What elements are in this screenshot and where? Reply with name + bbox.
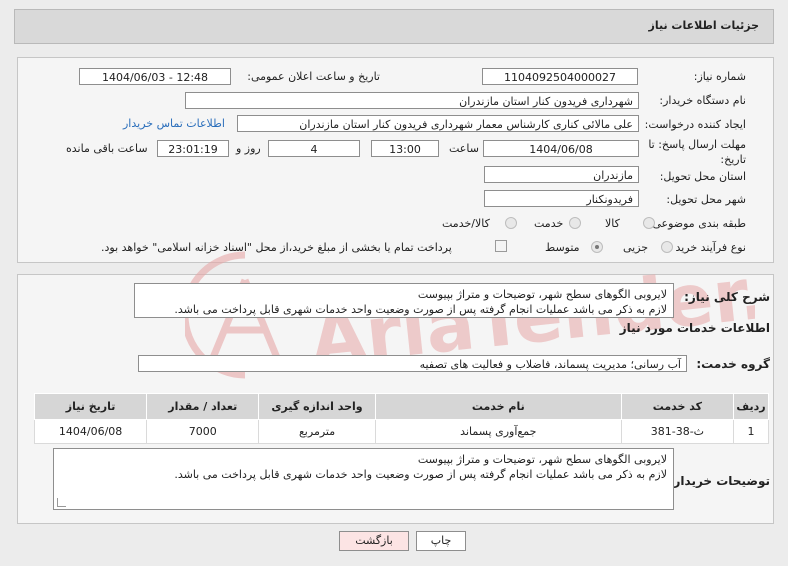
col-row: ردیف (732, 393, 770, 420)
col-need-date: تاریخ نیاز (33, 393, 148, 420)
category-radio-goods[interactable] (643, 217, 655, 229)
buyer-notes-label: توضیحات خریدار: (668, 474, 770, 488)
table-row: 1 ث-38-381 جمع‌آوری پسماند مترمربع 7000 … (33, 419, 770, 444)
province-field: مازندران (484, 166, 639, 183)
city-field: فریدونکنار (484, 190, 639, 207)
announce-label: تاریخ و ساعت اعلان عمومی: (247, 70, 380, 83)
buyer-org-field: شهرداری فریدون کنار استان مازندران (185, 92, 639, 109)
back-button[interactable]: بازگشت (339, 531, 409, 551)
table-header-row: ردیف کد خدمت نام خدمت واحد اندازه گیری ت… (33, 393, 770, 420)
category-label: طبقه بندی موضوعی: (648, 217, 746, 230)
creator-field: علی مالائی کناری کارشناس معمار شهرداری ف… (237, 115, 639, 132)
remaining-label: ساعت باقی مانده (66, 142, 148, 155)
province-label: استان محل تحویل: (659, 170, 746, 183)
days-field: 4 (268, 140, 360, 157)
city-label: شهر محل تحویل: (666, 193, 746, 206)
deadline-time-label: ساعت (449, 142, 479, 155)
deadline-time-field: 13:00 (371, 140, 439, 157)
summary-label: شرح کلی نیاز: (684, 290, 770, 304)
cell-row: 1 (732, 419, 770, 444)
cell-service-name: جمع‌آوری پسماند (374, 419, 622, 444)
process-option-medium: متوسط (545, 241, 580, 254)
announce-field: 1404/06/03 - 12:48 (79, 68, 231, 85)
process-label: نوع فرآیند خرید : (668, 241, 746, 254)
creator-label: ایجاد کننده درخواست: (644, 118, 746, 131)
need-number-field: 1104092504000027 (482, 68, 638, 85)
summary-textarea[interactable]: لایروبی الگوهای سطح شهر، توضیحات و متراژ… (134, 283, 674, 318)
category-option-goods-service: کالا/خدمت (442, 217, 490, 230)
col-service-code: کد خدمت (620, 393, 734, 420)
category-option-goods: کالا (605, 217, 620, 230)
deadline-label-1: مهلت ارسال پاسخ: تا (648, 138, 746, 151)
days-label: روز و (236, 142, 261, 155)
col-service-name: نام خدمت (374, 393, 622, 420)
print-button[interactable]: چاپ (416, 531, 466, 551)
remaining-time-field: 23:01:19 (157, 140, 229, 157)
service-group-label: گروه خدمت: (696, 357, 770, 371)
payment-note: پرداخت تمام یا بخشی از مبلغ خرید،از محل … (101, 241, 452, 254)
need-number-label: شماره نیاز: (693, 70, 746, 83)
buyer-notes-textarea[interactable]: لایروبی الگوهای سطح شهر، توضیحات و متراژ… (53, 448, 674, 510)
category-radio-goods-service[interactable] (505, 217, 517, 229)
process-option-minor: جزیی (623, 241, 649, 254)
services-section-title: اطلاعات خدمات مورد نیاز (619, 321, 770, 335)
need-info-panel (17, 57, 774, 263)
resize-grip-icon[interactable] (57, 498, 66, 507)
process-radio-minor[interactable] (661, 241, 673, 253)
cell-unit: مترمربع (258, 419, 376, 444)
cell-service-code: ث-38-381 (620, 419, 734, 444)
deadline-label-2: تاریخ: (720, 153, 746, 166)
contact-info-link[interactable]: اطلاعات تماس خریدار (123, 117, 225, 130)
cell-quantity: 7000 (146, 419, 260, 444)
cell-need-date: 1404/06/08 (33, 419, 148, 444)
category-option-service: خدمت (534, 217, 564, 230)
buyer-org-label: نام دستگاه خریدار: (659, 94, 746, 107)
category-radio-service[interactable] (569, 217, 581, 229)
page-header: جزئیات اطلاعات نیاز (14, 9, 774, 44)
page-title: جزئیات اطلاعات نیاز (648, 19, 760, 32)
payment-checkbox[interactable] (495, 240, 507, 252)
services-table: ردیف کد خدمت نام خدمت واحد اندازه گیری ت… (33, 393, 770, 444)
service-group-field: آب رسانی؛ مدیریت پسماند، فاضلاب و فعالیت… (138, 355, 687, 372)
deadline-date-field: 1404/06/08 (483, 140, 639, 157)
col-quantity: تعداد / مقدار (146, 393, 260, 420)
process-radio-medium[interactable] (591, 241, 603, 253)
col-unit: واحد اندازه گیری (258, 393, 376, 420)
